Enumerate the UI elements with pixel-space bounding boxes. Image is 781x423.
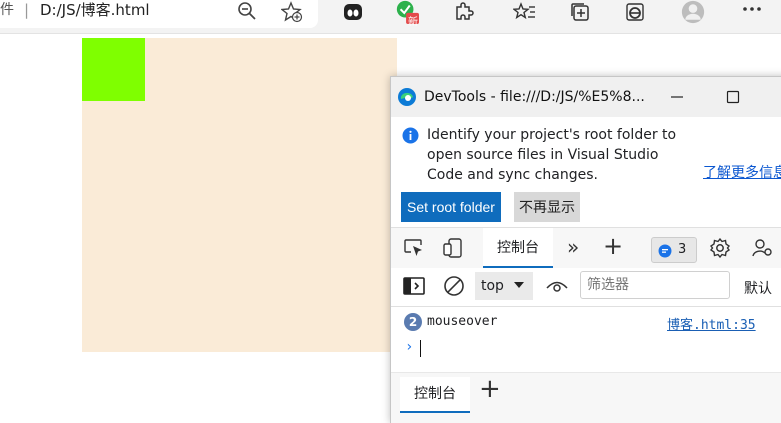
context-selector-value: top — [481, 278, 504, 294]
address-divider: | — [24, 1, 30, 19]
console-toolbar: top 默认 — [391, 268, 781, 307]
devtools-tabbar: 控制台 » + 3 — [391, 227, 781, 269]
devtools-window: DevTools - file:///D:/JS/%E5%8... Identi… — [390, 76, 781, 423]
console-message-text: mouseover — [427, 314, 498, 329]
clear-console-icon[interactable] — [443, 275, 465, 301]
drawer-add-tab-icon[interactable]: + — [479, 374, 501, 404]
tab-console[interactable]: 控制台 — [483, 228, 553, 268]
minimize-icon[interactable] — [667, 87, 687, 107]
dont-show-again-button[interactable]: 不再显示 — [514, 192, 580, 222]
maximize-icon[interactable] — [723, 87, 743, 107]
ie-mode-icon[interactable] — [623, 0, 647, 24]
drawer-tab-console[interactable]: 控制台 — [400, 377, 470, 413]
sidebar-toggle-icon[interactable] — [403, 277, 425, 299]
devtools-titlebar[interactable]: DevTools - file:///D:/JS/%E5%8... — [391, 77, 781, 117]
issues-counter[interactable]: 3 — [651, 237, 697, 263]
console-input-caret[interactable] — [420, 340, 421, 357]
repeat-count-badge: 2 — [404, 313, 422, 331]
collections-icon[interactable] — [568, 0, 592, 24]
extensions-puzzle-icon[interactable] — [451, 0, 475, 24]
learn-more-link[interactable]: 了解更多信息 — [703, 162, 781, 182]
add-tab-icon[interactable]: + — [603, 232, 623, 260]
inspect-element-icon[interactable] — [403, 238, 425, 262]
address-prefix: 件 — [0, 2, 14, 18]
log-levels-dropdown[interactable]: 默认 — [744, 278, 772, 298]
dropdown-arrow-icon — [513, 272, 525, 310]
info-icon — [402, 127, 419, 148]
zoom-icon[interactable] — [235, 0, 259, 24]
devtools-drawer: 控制台 + — [391, 372, 781, 423]
devtools-window-title: DevTools - file:///D:/JS/%E5%8... — [424, 89, 645, 105]
console-message-row: 2 mouseover 博客.html:35 — [391, 310, 781, 333]
root-folder-infobar: Identify your project's root folder to o… — [391, 117, 781, 227]
issues-count: 3 — [678, 242, 687, 257]
extension-green-icon[interactable]: 新 — [395, 0, 419, 28]
more-menu-icon[interactable] — [740, 0, 764, 24]
green-box[interactable] — [82, 38, 145, 101]
customize-icon[interactable] — [751, 237, 773, 263]
set-root-folder-button[interactable]: Set root folder — [401, 192, 501, 222]
extension-eyes-icon[interactable] — [341, 0, 365, 24]
source-link[interactable]: 博客.html:35 — [667, 314, 756, 333]
filter-input[interactable] — [580, 271, 730, 299]
favorites-icon[interactable] — [513, 0, 537, 24]
message-bubble-icon — [658, 243, 672, 267]
live-expression-eye-icon[interactable] — [546, 277, 568, 299]
address-bar[interactable]: 件 | D:/JS/博客.html — [0, 0, 318, 28]
infobar-message: Identify your project's root folder to o… — [427, 127, 677, 183]
more-tabs-icon[interactable]: » — [567, 235, 579, 259]
settings-gear-icon[interactable] — [709, 237, 731, 263]
profile-avatar-icon[interactable] — [681, 0, 705, 24]
device-emulation-icon[interactable] — [443, 238, 465, 262]
context-selector[interactable]: top — [475, 272, 533, 300]
extension-new-badge: 新 — [408, 17, 418, 28]
address-url[interactable]: D:/JS/博客.html — [40, 0, 150, 20]
console-prompt-icon: › — [405, 339, 414, 355]
browser-toolbar: 件 | D:/JS/博客.html 新 — [0, 0, 781, 34]
add-favorite-icon[interactable] — [280, 0, 304, 24]
edge-logo-icon — [397, 87, 417, 111]
